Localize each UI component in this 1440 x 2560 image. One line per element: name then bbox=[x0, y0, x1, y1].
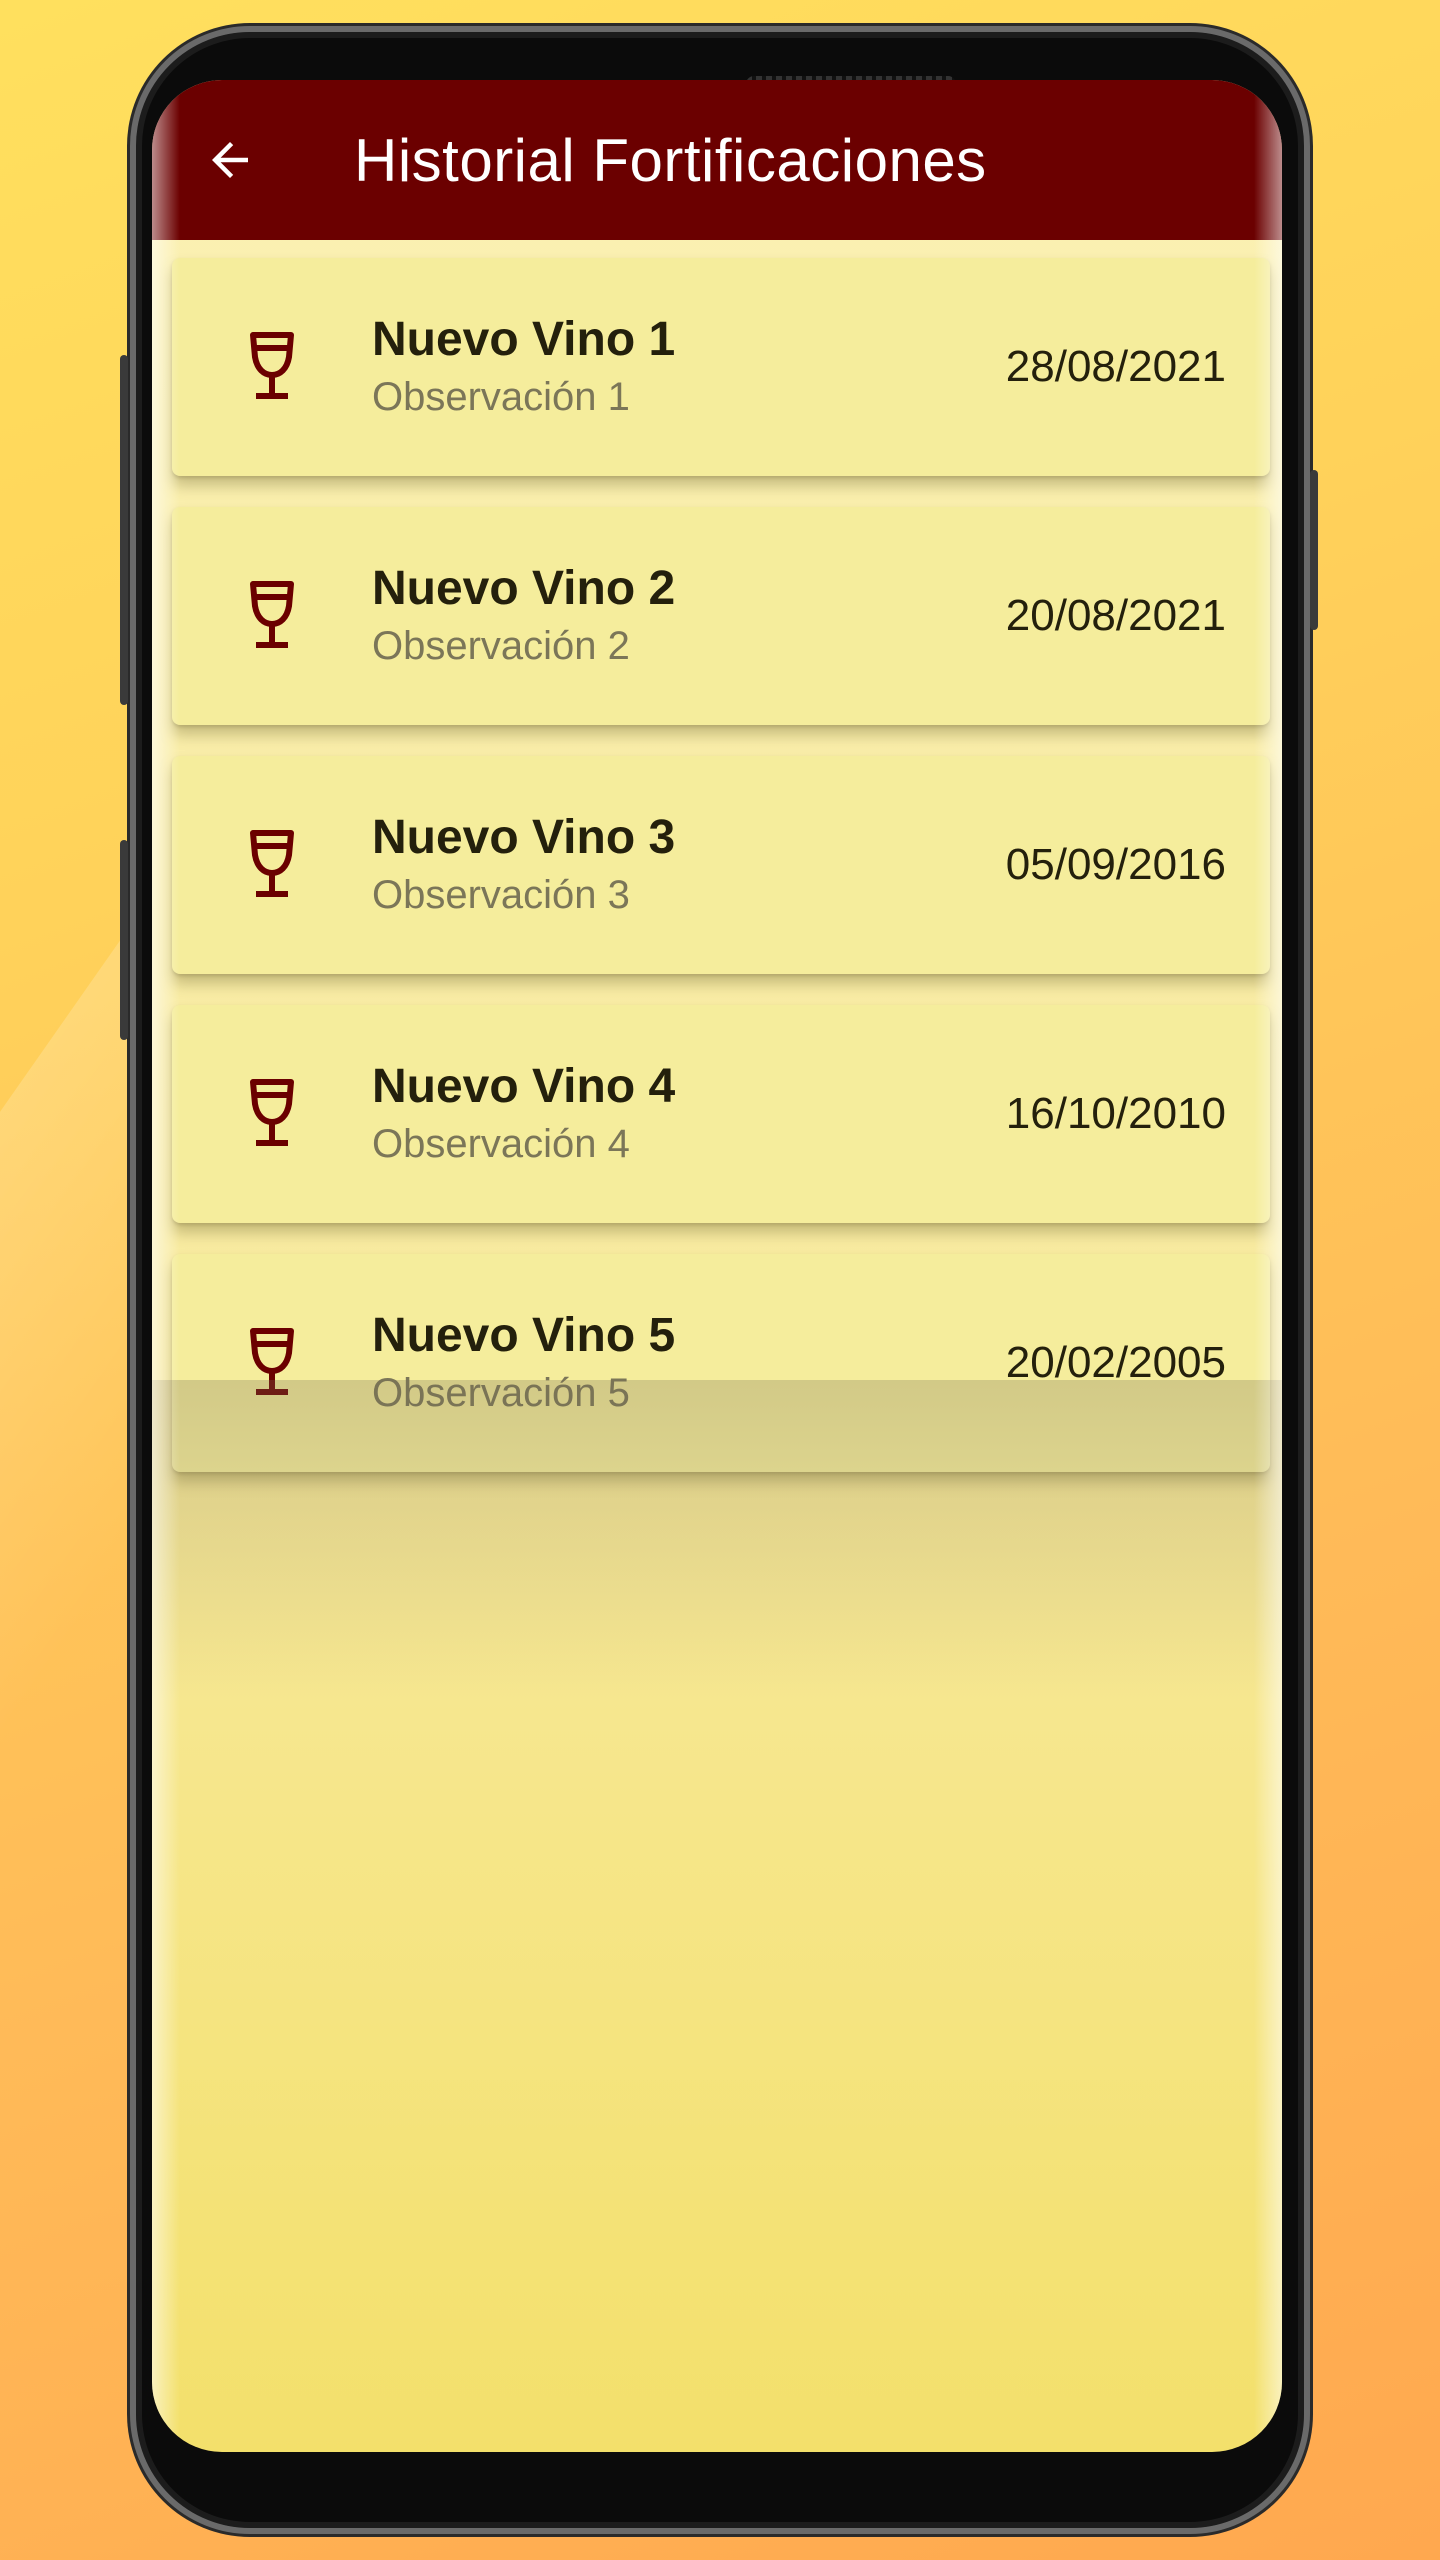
phone-volume-button bbox=[120, 355, 128, 705]
list-shadow bbox=[152, 1380, 1282, 1700]
item-observation: Observación 2 bbox=[372, 624, 630, 668]
phone-power-button bbox=[1310, 470, 1318, 630]
item-date: 05/09/2016 bbox=[1005, 840, 1226, 889]
wine-glass-icon bbox=[172, 1078, 372, 1150]
phone-side-button bbox=[120, 840, 128, 1040]
wine-glass-icon bbox=[172, 580, 372, 652]
item-name: Nuevo Vino 2 bbox=[372, 562, 676, 615]
item-observation: Observación 4 bbox=[372, 1122, 630, 1166]
list-item[interactable]: Nuevo Vino 2 Observación 2 20/08/2021 bbox=[172, 507, 1270, 725]
screen: Historial Fortificaciones Nuevo Vino 1 Ob… bbox=[152, 80, 1282, 2452]
wine-glass-icon bbox=[172, 829, 372, 901]
item-name: Nuevo Vino 4 bbox=[372, 1060, 676, 1113]
item-name: Nuevo Vino 3 bbox=[372, 811, 676, 864]
item-texts: Nuevo Vino 2 Observación 2 bbox=[372, 560, 1006, 672]
arrow-left-icon bbox=[212, 142, 248, 178]
item-texts: Nuevo Vino 3 Observación 3 bbox=[372, 809, 1006, 921]
list-item[interactable]: Nuevo Vino 3 Observación 3 05/09/2016 bbox=[172, 756, 1270, 974]
list-item[interactable]: Nuevo Vino 4 Observación 4 16/10/2010 bbox=[172, 1005, 1270, 1223]
item-texts: Nuevo Vino 1 Observación 1 bbox=[372, 311, 1006, 423]
list-item[interactable]: Nuevo Vino 1 Observación 1 28/08/2021 bbox=[172, 258, 1270, 476]
item-name: Nuevo Vino 5 bbox=[372, 1309, 676, 1362]
wine-glass-icon bbox=[172, 331, 372, 403]
item-observation: Observación 1 bbox=[372, 375, 630, 419]
item-date: 20/08/2021 bbox=[1005, 591, 1226, 640]
item-texts: Nuevo Vino 4 Observación 4 bbox=[372, 1058, 1006, 1170]
back-button[interactable] bbox=[170, 80, 290, 240]
screen-edge-right bbox=[1254, 80, 1282, 2452]
screen-edge-left bbox=[152, 80, 180, 2452]
item-name: Nuevo Vino 1 bbox=[372, 313, 676, 366]
fortification-list: Nuevo Vino 1 Observación 1 28/08/2021 Nuevo… bbox=[172, 258, 1270, 1503]
app-bar: Historial Fortificaciones bbox=[152, 80, 1282, 240]
item-date: 28/08/2021 bbox=[1005, 342, 1226, 391]
item-date: 16/10/2010 bbox=[1005, 1089, 1226, 1138]
page-title: Historial Fortificaciones bbox=[354, 126, 987, 194]
item-observation: Observación 3 bbox=[372, 873, 630, 917]
